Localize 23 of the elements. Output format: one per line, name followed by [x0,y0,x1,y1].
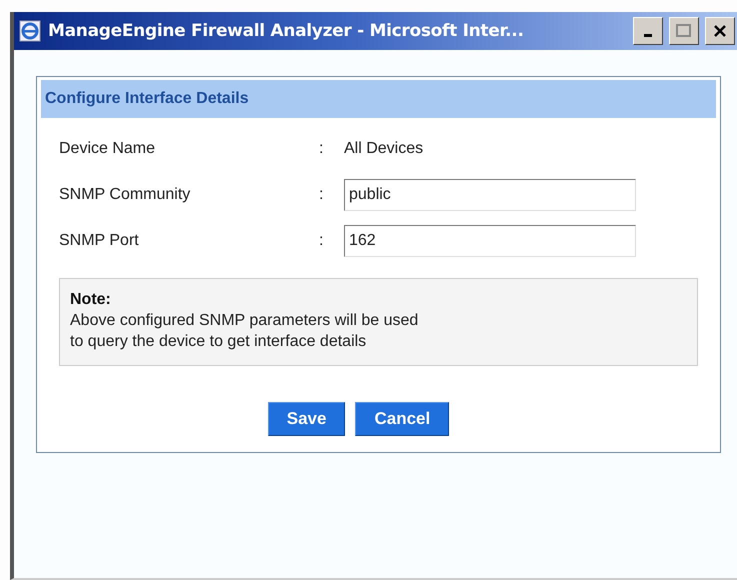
cancel-button[interactable]: Cancel [355,402,450,436]
close-icon [713,24,727,38]
colon-separator: : [319,186,324,204]
close-button[interactable] [705,17,735,45]
browser-icon [18,19,42,43]
minimize-button[interactable] [633,17,663,45]
colon-separator: : [319,140,324,158]
maximize-icon [676,24,692,38]
note-text: Above configured SNMP parameters will be used [70,312,420,330]
note-title: Note: [70,291,112,309]
note-text: to query the device to get interface details [70,333,368,351]
input-field[interactable]: public [344,179,636,211]
save-button[interactable]: Save [268,402,346,436]
field-label: SNMP Port [59,232,140,250]
colon-separator: : [319,232,324,250]
minimize-icon [644,34,652,37]
field-label: SNMP Community [59,186,192,204]
maximize-button[interactable] [669,17,699,45]
window-title: ManageEngine Firewall Analyzer - Microsoft Inter... [48,21,525,41]
field-value: All Devices [344,140,424,158]
input-field[interactable]: 162 [344,225,636,257]
field-label: Device Name [59,140,156,158]
panel-title: Configure Interface Details [45,90,249,108]
